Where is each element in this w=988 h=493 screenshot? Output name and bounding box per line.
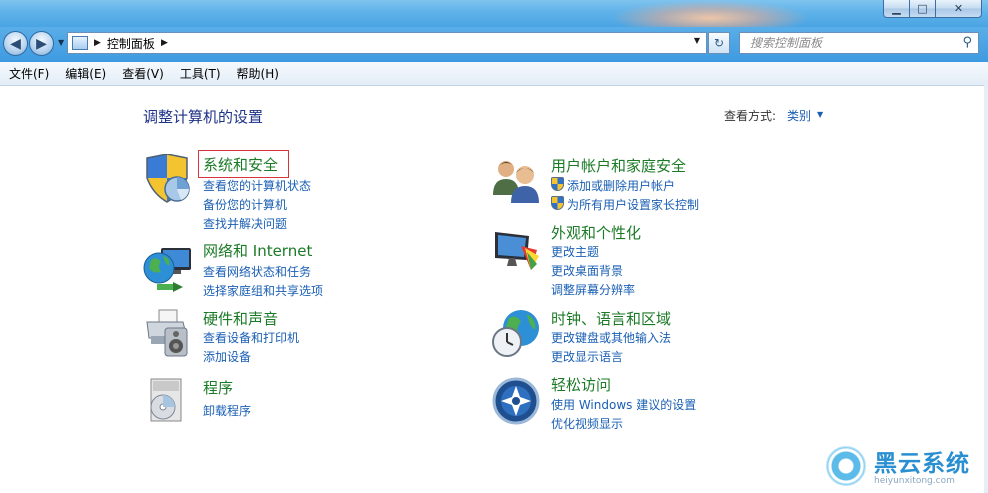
search-icon[interactable]: ⚲ [962, 35, 972, 50]
category-title[interactable]: 用户帐户和家庭安全 [551, 155, 686, 176]
menu-bar: 文件(F) 编辑(E) 查看(V) 工具(T) 帮助(H) [0, 62, 988, 86]
network-globe-icon [143, 244, 195, 297]
link-recommended-settings[interactable]: 使用 Windows 建议的设置 [551, 396, 696, 413]
link-view-computer-status[interactable]: 查看您的计算机状态 [203, 177, 311, 194]
view-by-label: 查看方式: [724, 109, 777, 123]
menu-tools[interactable]: 工具(T) [180, 65, 221, 82]
category-title[interactable]: 程序 [203, 377, 233, 398]
breadcrumb-control-panel[interactable]: 控制面板 [107, 35, 155, 52]
maximize-button[interactable]: □ [909, 0, 936, 18]
link-view-network-status[interactable]: 查看网络状态和任务 [203, 263, 311, 280]
link-screen-resolution[interactable]: 调整屏幕分辨率 [551, 281, 635, 298]
forward-button[interactable]: ▶ [29, 31, 54, 56]
menu-view[interactable]: 查看(V) [122, 65, 164, 82]
link-change-theme[interactable]: 更改主题 [551, 243, 599, 260]
link-add-device[interactable]: 添加设备 [203, 348, 251, 365]
focus-highlight [198, 150, 289, 178]
category-title[interactable]: 时钟、语言和区域 [551, 308, 671, 329]
link-backup-computer[interactable]: 备份您的计算机 [203, 196, 287, 213]
aero-glow [610, 0, 810, 30]
link-change-keyboard[interactable]: 更改键盘或其他输入法 [551, 329, 671, 346]
menu-edit[interactable]: 编辑(E) [65, 65, 106, 82]
control-panel-icon [72, 36, 88, 50]
title-bar: ▁ □ ✕ [0, 0, 988, 30]
recent-pages-dropdown[interactable]: ▼ [58, 38, 64, 47]
address-bar[interactable]: ▶ 控制面板 ▶ ▼ [67, 32, 707, 54]
close-button[interactable]: ✕ [935, 0, 982, 18]
view-by-selector[interactable]: 类别 [787, 107, 811, 124]
link-homegroup-sharing[interactable]: 选择家庭组和共享选项 [203, 282, 323, 299]
menu-file[interactable]: 文件(F) [9, 65, 49, 82]
back-button[interactable]: ◀ [3, 31, 28, 56]
link-troubleshoot[interactable]: 查找并解决问题 [203, 215, 287, 232]
page-title: 调整计算机的设置 [143, 108, 264, 126]
uac-shield-icon [551, 177, 564, 191]
menu-help[interactable]: 帮助(H) [237, 65, 279, 82]
printer-speaker-icon [143, 308, 193, 361]
category-title[interactable]: 轻松访问 [551, 374, 611, 395]
category-title[interactable]: 外观和个性化 [551, 222, 641, 243]
search-box[interactable]: ⚲ [739, 32, 979, 54]
shield-icon [143, 153, 193, 209]
refresh-icon: ↻ [713, 36, 725, 50]
programs-disc-icon [143, 377, 193, 428]
globe-clock-icon [491, 308, 543, 363]
link-uninstall-program[interactable]: 卸载程序 [203, 402, 251, 419]
link-change-display-language[interactable]: 更改显示语言 [551, 348, 623, 365]
link-change-background[interactable]: 更改桌面背景 [551, 262, 623, 279]
link-optimize-display[interactable]: 优化视频显示 [551, 415, 623, 432]
breadcrumb-separator-icon[interactable]: ▶ [94, 38, 101, 48]
link-add-remove-users[interactable]: 添加或删除用户帐户 [567, 177, 675, 194]
address-dropdown-icon[interactable]: ▼ [694, 36, 700, 45]
users-icon [491, 157, 543, 208]
category-title[interactable]: 硬件和声音 [203, 308, 278, 329]
refresh-button[interactable]: ↻ [708, 32, 730, 54]
breadcrumb-separator-icon[interactable]: ▶ [161, 38, 168, 48]
minimize-button[interactable]: ▁ [883, 0, 910, 18]
view-by-dropdown-icon[interactable]: ▼ [817, 110, 823, 119]
window-right-border [984, 85, 988, 493]
monitor-palette-icon [491, 228, 543, 277]
category-title[interactable]: 网络和 Internet [203, 240, 312, 261]
search-input[interactable] [748, 35, 962, 51]
window-controls: ▁ □ ✕ [883, 0, 982, 19]
uac-shield-icon [551, 196, 564, 210]
link-parental-controls[interactable]: 为所有用户设置家长控制 [567, 196, 699, 213]
watermark-name: 黑云系统 [874, 451, 970, 477]
watermark: 黑云系统 heiyunxitong.com [822, 440, 988, 493]
watermark-url: heiyunxitong.com [874, 476, 955, 486]
ease-of-access-icon [491, 376, 541, 429]
watermark-logo-icon [826, 446, 866, 486]
link-devices-printers[interactable]: 查看设备和打印机 [203, 329, 299, 346]
navigation-bar: ◀ ▶ ▼ ▶ 控制面板 ▶ ▼ ↻ ⚲ [0, 27, 988, 62]
